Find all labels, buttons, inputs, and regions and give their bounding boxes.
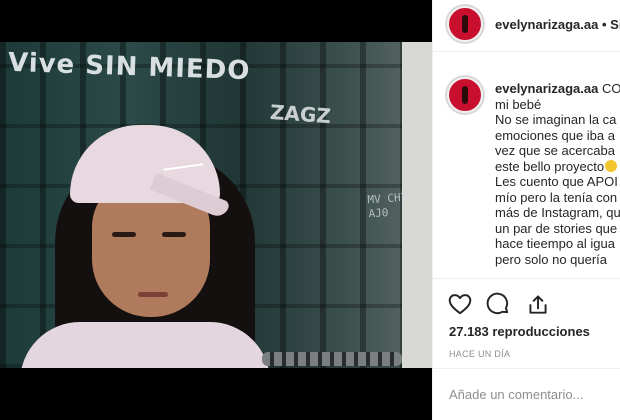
username-text[interactable]: evelynarizaga.aa [495, 17, 598, 32]
caption-line: Les cuento que APOI [495, 174, 618, 189]
comment-icon[interactable] [485, 291, 511, 317]
caption-username[interactable]: evelynarizaga.aa [495, 81, 598, 96]
gate-chain [262, 352, 402, 366]
caption-line: CO [601, 81, 620, 96]
comment-box [433, 368, 620, 420]
caption-line: mío pero la tenía con [495, 189, 618, 205]
post-sidebar: evelynarizaga.aa • Si evelynarizaga.aa C… [432, 0, 620, 420]
emoji-icon [605, 159, 618, 172]
post-username[interactable]: evelynarizaga.aa • Si [495, 17, 620, 32]
person-eye [112, 232, 136, 237]
avatar[interactable] [447, 6, 483, 42]
caption-line: vez que se acercaba [495, 143, 615, 158]
caption-line: este bello proyecto [495, 158, 605, 174]
post-timestamp[interactable]: HACE UN DÍA [449, 349, 510, 359]
person-mouth [138, 292, 168, 297]
post-actions: 27.183 reproducciones HACE UN DÍA [433, 278, 620, 368]
caption-line: No se imaginan la ca [495, 112, 617, 127]
caption-line: mi bebé [495, 96, 542, 112]
person-hoodie [20, 322, 270, 368]
header-separator: • [601, 17, 607, 32]
caption-line: emociones que iba a [495, 127, 615, 143]
caption-line: pero solo no quería [495, 251, 608, 267]
follow-button[interactable]: Si [610, 17, 620, 32]
avatar[interactable] [447, 77, 483, 113]
graffiti-tag: ZAGZ [269, 99, 332, 129]
caption-line: más de Instagram, qu [495, 205, 620, 220]
caption-line: un par de stories que [495, 220, 618, 236]
comment-input[interactable] [449, 387, 619, 402]
heart-icon[interactable] [447, 291, 473, 317]
share-icon[interactable] [525, 291, 551, 317]
graffiti-side: MV CH7 AJ0 [367, 190, 408, 221]
video-player[interactable]: Vive SIN MIEDO ZAGZ MV CH7 AJ0 [0, 0, 432, 420]
caption-line: hace tieempo al igua [495, 236, 615, 251]
caption-text: evelynarizaga.aa CO mi bebé No se imagin… [495, 81, 620, 267]
post-header: evelynarizaga.aa • Si [433, 0, 620, 52]
view-count[interactable]: 27.183 reproducciones [449, 324, 590, 339]
caption-block: evelynarizaga.aa CO mi bebé No se imagin… [433, 65, 620, 273]
video-frame[interactable]: Vive SIN MIEDO ZAGZ MV CH7 AJ0 [0, 42, 432, 368]
person-eye [162, 232, 186, 237]
